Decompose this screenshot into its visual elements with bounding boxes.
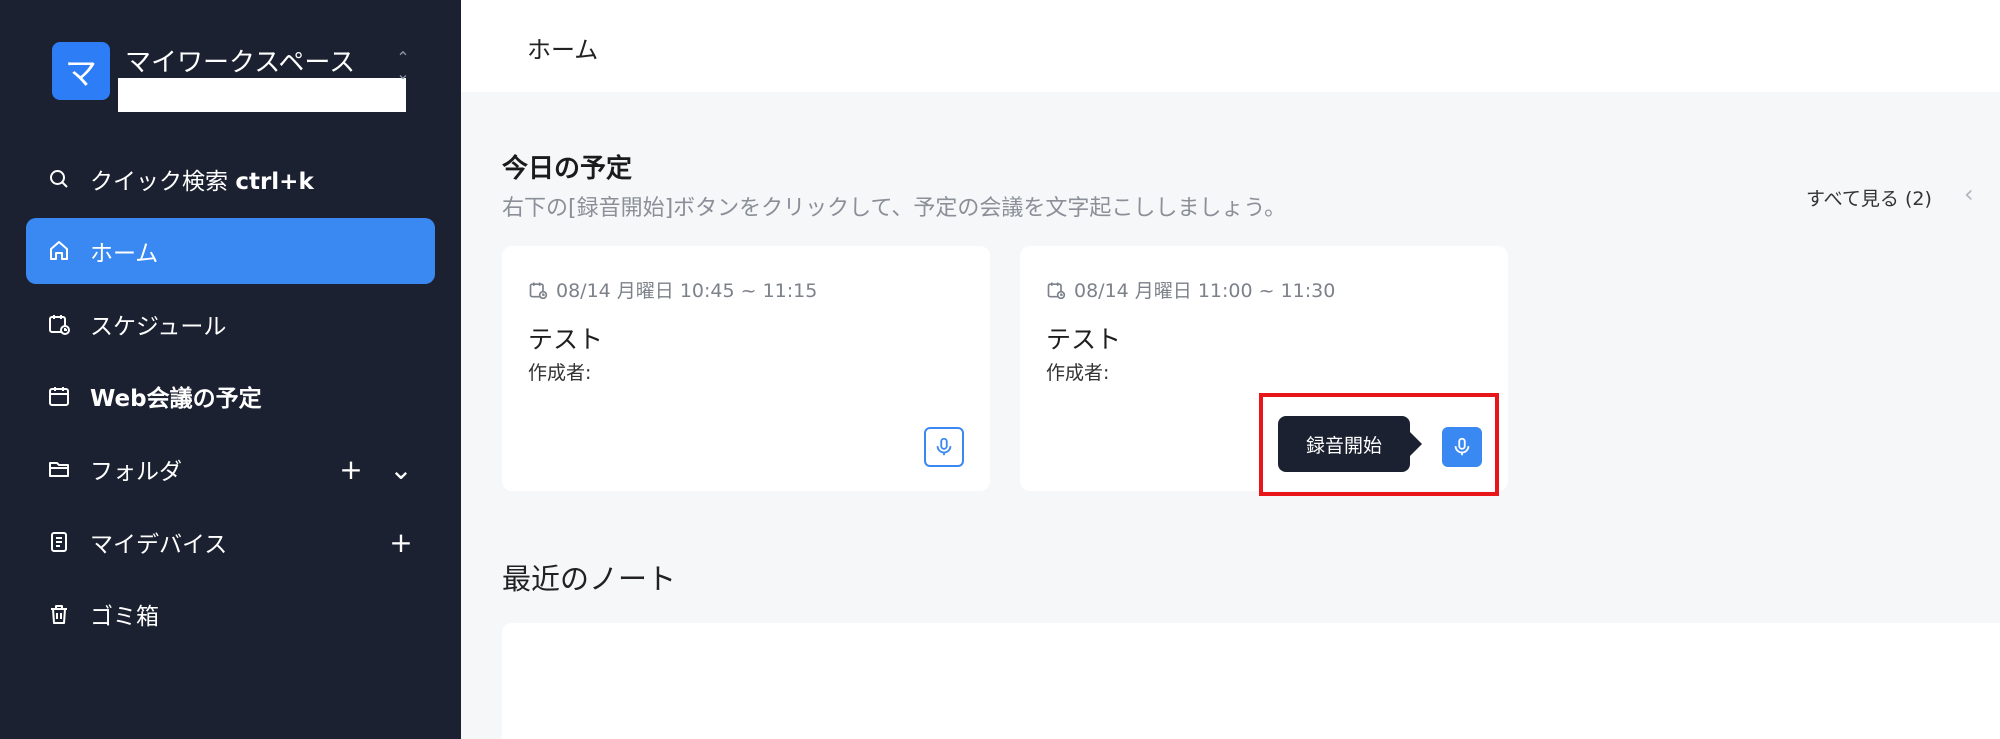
- breadcrumb[interactable]: ホーム: [527, 30, 598, 65]
- card-author: 作成者:: [1046, 362, 1110, 384]
- sidebar-item-my-devices[interactable]: マイデバイス +: [26, 509, 435, 575]
- see-all-link[interactable]: すべて見る (2): [1806, 184, 1932, 211]
- sidebar-item-schedule[interactable]: スケジュール: [26, 291, 435, 357]
- sidebar-item-label: ゴミ箱: [90, 604, 159, 630]
- workspace-name: マイワークスペース: [125, 48, 356, 78]
- sidebar-item-label: Web会議の予定: [90, 386, 262, 412]
- card-date: 08/14 月曜日 10:45 ~ 11:15: [556, 280, 818, 302]
- add-device-icon[interactable]: +: [387, 526, 415, 559]
- folder-icon: [46, 456, 72, 482]
- sidebar-item-label: フォルダ: [90, 459, 182, 485]
- trash-icon: [46, 601, 72, 627]
- header-bar: ホーム: [461, 0, 2000, 92]
- home-icon: [46, 238, 72, 264]
- section-title-today: 今日の予定: [502, 154, 633, 184]
- shortcut-hint: ctrl+k: [235, 169, 314, 195]
- chevron-down-icon[interactable]: ⌄: [387, 453, 415, 486]
- workspace-switcher[interactable]: マ マイワークスペース ⌃ ⌄: [52, 40, 432, 114]
- sidebar-item-web-meetings[interactable]: Web会議の予定: [26, 363, 435, 429]
- sidebar-item-label: ホーム: [90, 241, 159, 267]
- chevron-left-icon[interactable]: ‹: [1964, 180, 1974, 208]
- recent-notes-panel: [502, 623, 2000, 739]
- card-title: テスト: [528, 325, 604, 354]
- workspace-avatar: マ: [52, 42, 110, 100]
- card-title: テスト: [1046, 325, 1122, 354]
- highlight-box: [1259, 393, 1499, 496]
- workspace-subtitle-redacted: [118, 78, 406, 112]
- sidebar-item-quick-search[interactable]: クイック検索 ctrl+k: [26, 146, 435, 212]
- calendar-clock-icon: [1047, 282, 1066, 299]
- sidebar-item-trash[interactable]: ゴミ箱: [26, 581, 435, 647]
- sidebar-item-home[interactable]: ホーム: [26, 218, 435, 284]
- device-icon: [46, 529, 72, 555]
- sidebar-item-label: クイック検索 ctrl+k: [90, 169, 314, 195]
- sidebar: マ マイワークスペース ⌃ ⌄ クイック検索 ctrl+k ホーム スケジュール …: [0, 0, 461, 739]
- schedule-card[interactable]: 08/14 月曜日 10:45 ~ 11:15 テスト 作成者:: [502, 246, 990, 491]
- calendar-icon: [46, 383, 72, 409]
- sidebar-item-label: マイデバイス: [90, 532, 228, 558]
- card-date: 08/14 月曜日 11:00 ~ 11:30: [1074, 280, 1336, 302]
- sidebar-item-folder[interactable]: フォルダ + ⌄: [26, 436, 435, 502]
- search-icon: [46, 166, 72, 192]
- section-title-recent: 最近のノート: [502, 562, 677, 596]
- section-subtitle: 右下の[録音開始]ボタンをクリックして、予定の会議を文字起こししましょう。: [502, 196, 1287, 221]
- chevron-updown-icon[interactable]: ⌃ ⌄: [392, 50, 414, 90]
- add-folder-icon[interactable]: +: [337, 453, 365, 486]
- microphone-icon: [936, 437, 952, 456]
- record-button[interactable]: [924, 427, 964, 467]
- calendar-clock-icon: [529, 282, 548, 299]
- sidebar-item-label: スケジュール: [90, 314, 227, 340]
- calendar-clock-icon: [46, 311, 72, 337]
- card-author: 作成者:: [528, 362, 592, 384]
